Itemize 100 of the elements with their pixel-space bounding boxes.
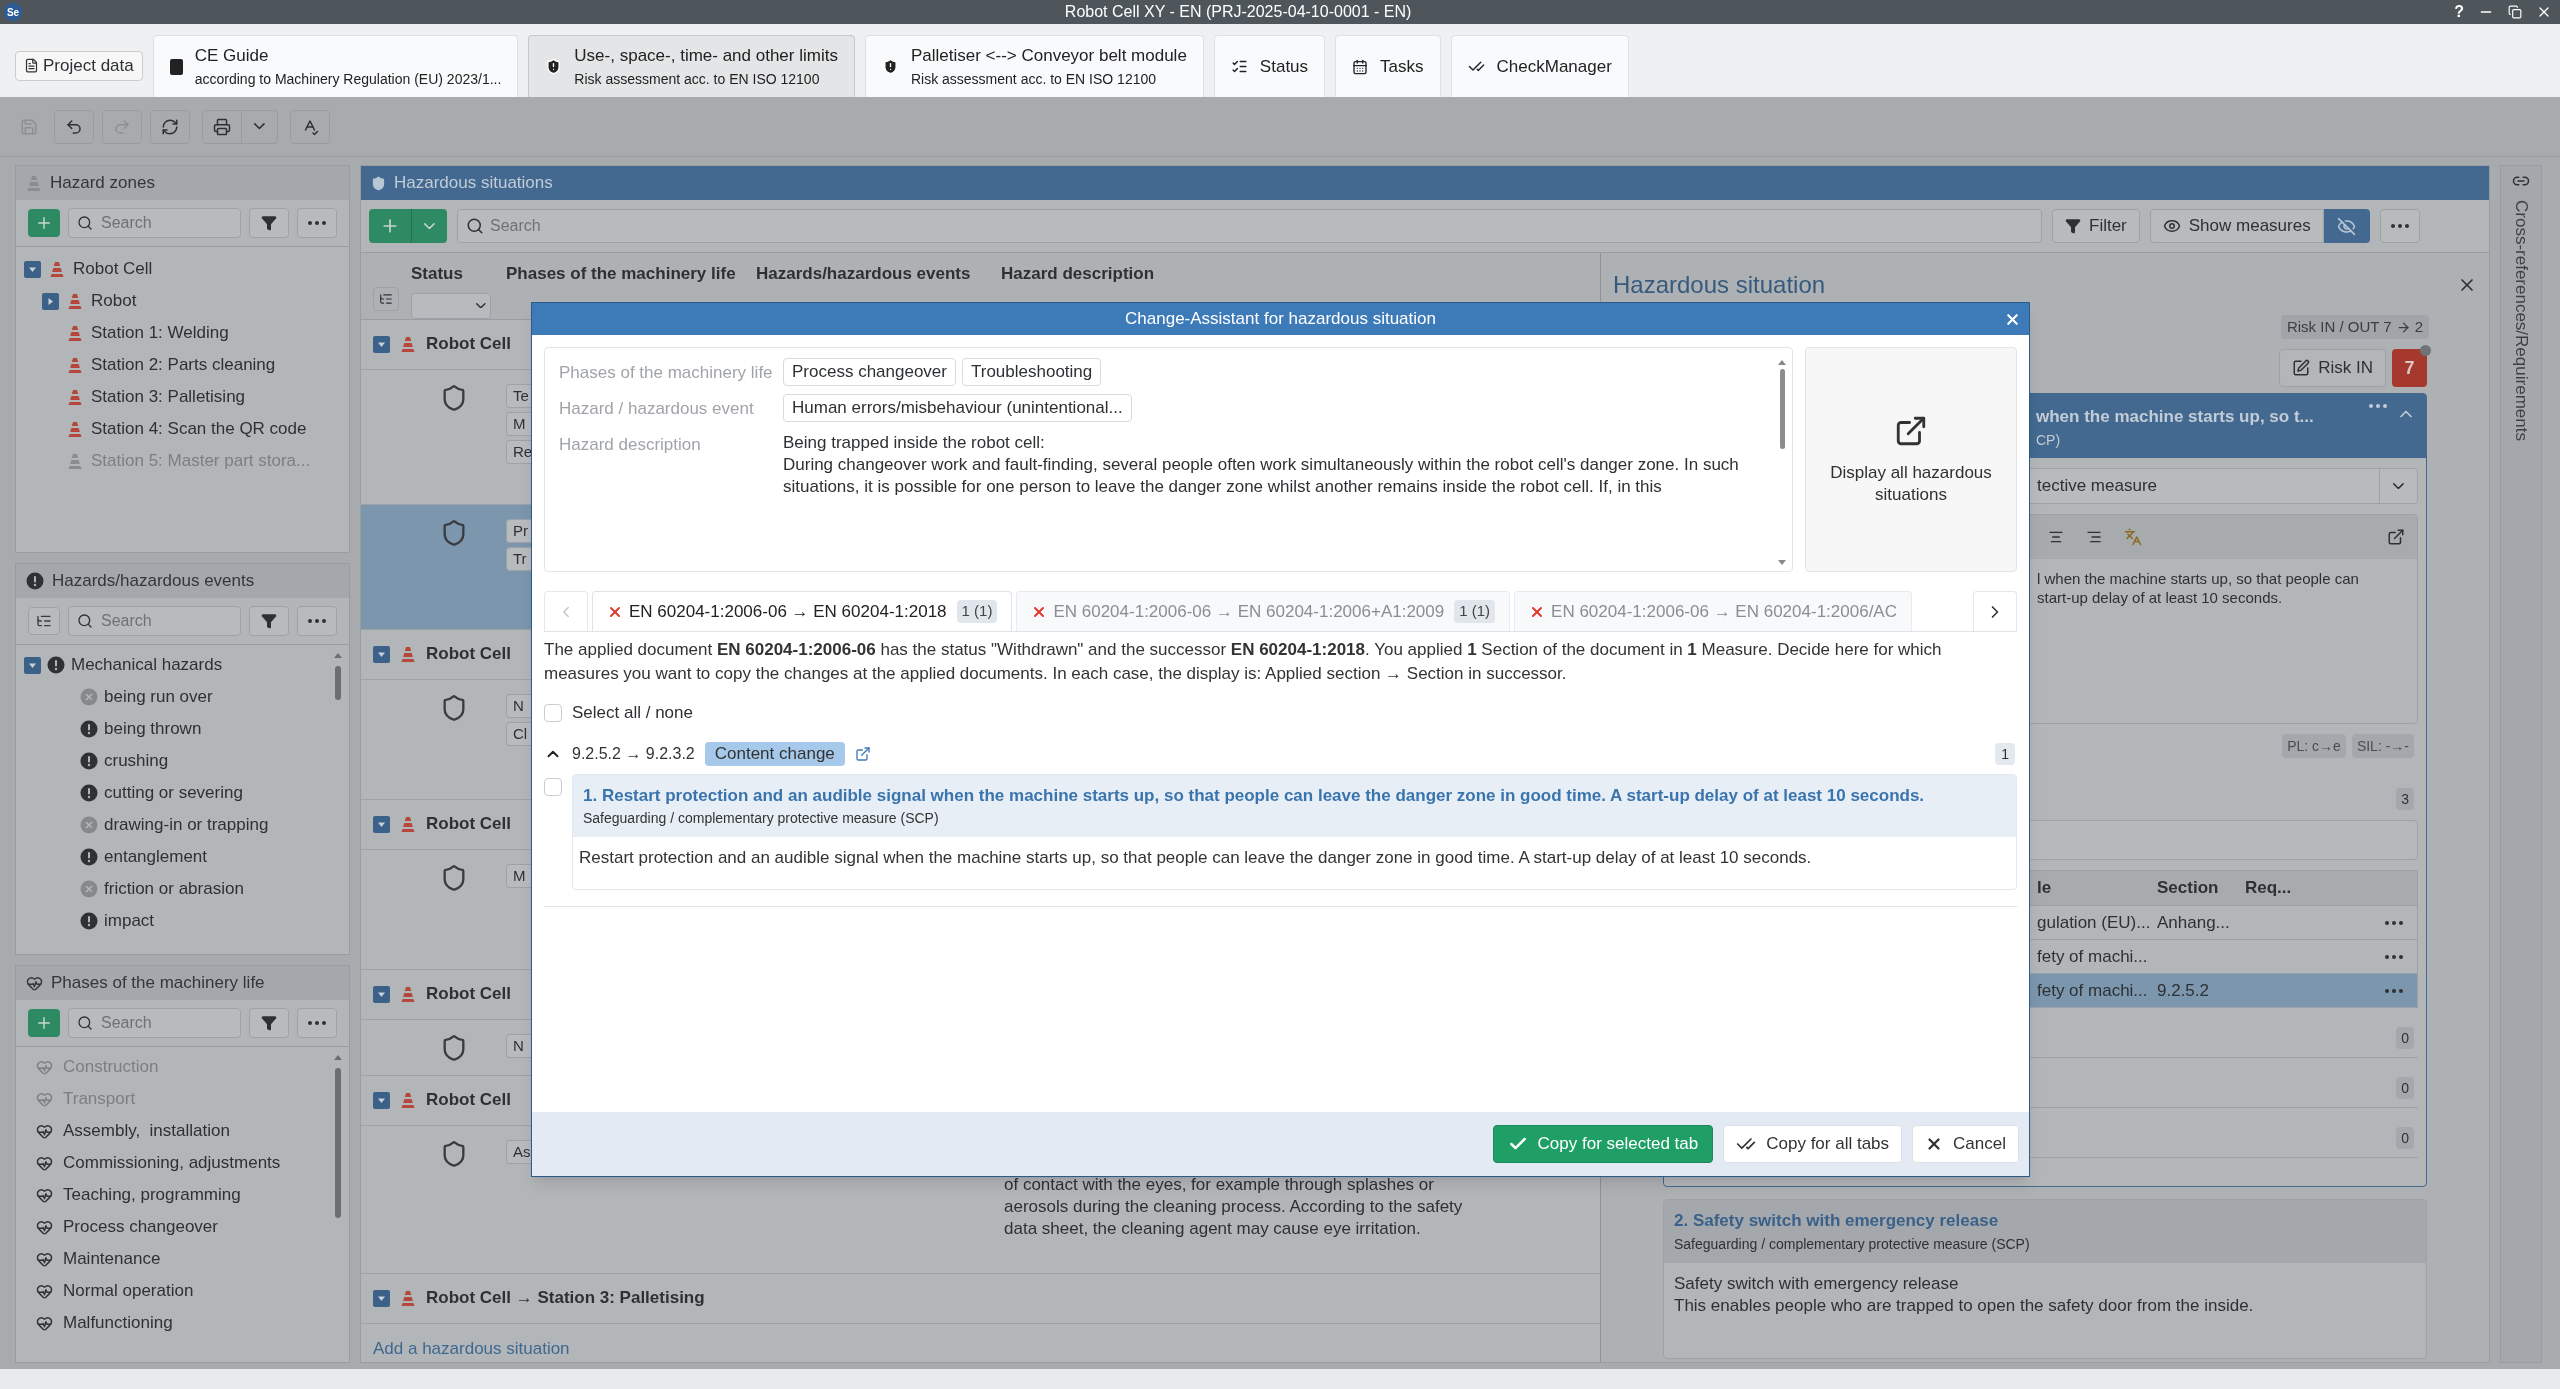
tree-item[interactable]: Station 2: Parts cleaning [24,349,341,381]
column-header[interactable]: Phases of the machinery life [506,261,736,287]
list-item[interactable]: Normal operation [36,1275,331,1307]
more-button[interactable] [297,606,337,636]
add-options-button[interactable] [411,209,447,243]
search-field[interactable]: Search [457,209,2042,243]
document-tab[interactable]: EN 60204-1:2006-06 → EN 60204-1:2006+A1:2009 1 (1) [1016,591,1511,631]
collapse-toggle[interactable] [373,645,390,663]
document-tab[interactable]: Palletiser <--> Conveyor belt module Risk assessment acc. to EN ISO 12100 [864,35,1204,97]
filter-button[interactable]: Filter [2052,209,2140,243]
field-label: Hazard / hazardous event [559,398,755,420]
more-icon[interactable] [2368,404,2388,408]
print-button[interactable] [202,109,242,144]
traffic-cone-icon [400,1091,416,1109]
list-item[interactable]: Process changeover [36,1211,331,1243]
tree-item[interactable]: being run over [24,681,331,713]
spellcheck-button[interactable] [290,109,330,144]
help-button[interactable]: ? [2454,0,2464,24]
restore-icon[interactable] [2508,5,2522,19]
document-tab[interactable]: Project data [15,50,143,81]
side-tab[interactable]: Cross-references/Requirements [2508,200,2534,441]
measure-text-line: This enables people who are trapped to open the safety door from the inside. [1674,1294,2255,1317]
filter-button[interactable] [249,606,289,636]
tree-item[interactable]: Robot [24,285,341,317]
tree-item[interactable]: crushing [24,745,331,777]
search-field[interactable]: Search [68,606,241,636]
measure-subtitle: Safeguarding / complementary protective measure (SCP) [583,809,940,828]
risk-in-button[interactable]: Risk IN [2279,349,2386,387]
measure-checkbox[interactable] [544,777,562,796]
phase-chip: Tr [506,546,532,571]
tree-item[interactable]: impact [24,905,331,937]
document-tab[interactable]: EN 60204-1:2006-06 → EN 60204-1:2018 1 (1) [592,591,1013,631]
more-button[interactable] [297,1008,337,1038]
collapse-toggle[interactable] [373,815,390,833]
collapse-toggle[interactable] [373,1091,390,1109]
list-item[interactable]: Commissioning, adjustments [36,1147,331,1179]
panel-title: Hazards/hazardous events [52,570,255,593]
column-header[interactable]: Hazard description [1001,261,1155,287]
tree-item[interactable]: Station 3: Palletising [24,381,341,413]
add-button[interactable] [369,209,411,243]
document-tab[interactable]: CheckManager [1450,35,1629,97]
more-button[interactable] [297,208,337,238]
scroll-up-icon[interactable] [334,1055,342,1060]
expand-toggle[interactable] [42,292,59,310]
scrollbar-thumb[interactable] [1779,369,1785,449]
collapse-toggle[interactable] [373,1289,390,1307]
document-tab[interactable]: Status [1213,35,1326,97]
filter-button[interactable] [249,1008,289,1038]
tree-item[interactable]: being thrown [24,713,331,745]
collapse-toggle[interactable] [24,260,41,278]
filter-button[interactable] [249,208,289,238]
scroll-up-icon[interactable] [334,653,342,658]
more-button[interactable] [2379,209,2420,243]
add-button[interactable] [28,1009,60,1037]
tree-item[interactable]: cutting or severing [24,777,331,809]
tree-item[interactable]: Station 1: Welding [24,317,341,349]
undo-button[interactable] [54,109,94,144]
row-menu-icon[interactable] [2385,988,2403,993]
scrollbar-thumb[interactable] [335,666,341,700]
show-measures-button[interactable]: Show measures [2149,209,2324,243]
search-field[interactable]: Search [68,1008,241,1038]
list-item[interactable]: Assembly, installation [36,1115,331,1147]
add-button[interactable] [28,209,60,237]
select-all-checkbox[interactable]: Select all / none [544,700,693,726]
translate-icon[interactable] [2124,528,2142,546]
scrollbar-thumb[interactable] [335,1068,341,1218]
column-header[interactable]: Hazards/hazardous events [756,261,971,287]
list-item[interactable]: Malfunctioning [36,1307,331,1339]
copy-all-button[interactable]: Copy for all tabs [1723,1125,1903,1163]
collapse-toggle[interactable] [373,985,390,1003]
hide-measures-toggle[interactable] [2323,209,2370,243]
column-settings-button[interactable] [373,286,399,311]
list-item[interactable]: Maintenance [36,1243,331,1275]
description-line: data sheet, the cleaning agent may cause eye irritation. [1004,1217,1422,1240]
search-field[interactable]: Search [68,208,241,238]
tree-item[interactable]: Mechanical hazards [24,649,331,681]
row-menu-icon[interactable] [2385,920,2403,925]
copy-selected-button[interactable]: Copy for selected tab [1492,1125,1714,1163]
scroll-up-icon[interactable] [1778,360,1786,365]
tree-item[interactable]: friction or abrasion [24,873,331,905]
cancel-button[interactable]: Cancel [1912,1125,2019,1163]
column-header[interactable]: Status [411,261,463,287]
tree-item[interactable]: Robot Cell [24,253,341,285]
tree-view-button[interactable] [28,607,60,635]
collapse-toggle[interactable] [373,335,390,353]
open-editor-icon[interactable] [2387,528,2405,546]
tree-item[interactable]: entanglement [24,841,331,873]
list-item[interactable]: Teaching, programming [36,1179,331,1211]
display-all-button[interactable]: Display all hazardous situations [1805,347,2017,572]
row-menu-icon[interactable] [2385,954,2403,959]
tree-item[interactable]: drawing-in or trapping [24,809,331,841]
tree-item[interactable]: Station 4: Scan the QR code [24,413,341,445]
refresh-button[interactable] [150,109,190,144]
document-tab[interactable]: Use-, space-, time- and other limits Risk assessment acc. to EN ISO 12100 [528,35,855,97]
align-right-icon[interactable] [2086,529,2102,545]
document-tab[interactable]: CE Guide according to Machinery Regulation (EU) 2023/1... [152,35,519,97]
document-tab[interactable]: Tasks [1335,35,1441,97]
external-link-icon[interactable] [854,745,871,762]
align-center-icon[interactable] [2048,529,2064,545]
collapse-toggle[interactable] [24,656,41,674]
